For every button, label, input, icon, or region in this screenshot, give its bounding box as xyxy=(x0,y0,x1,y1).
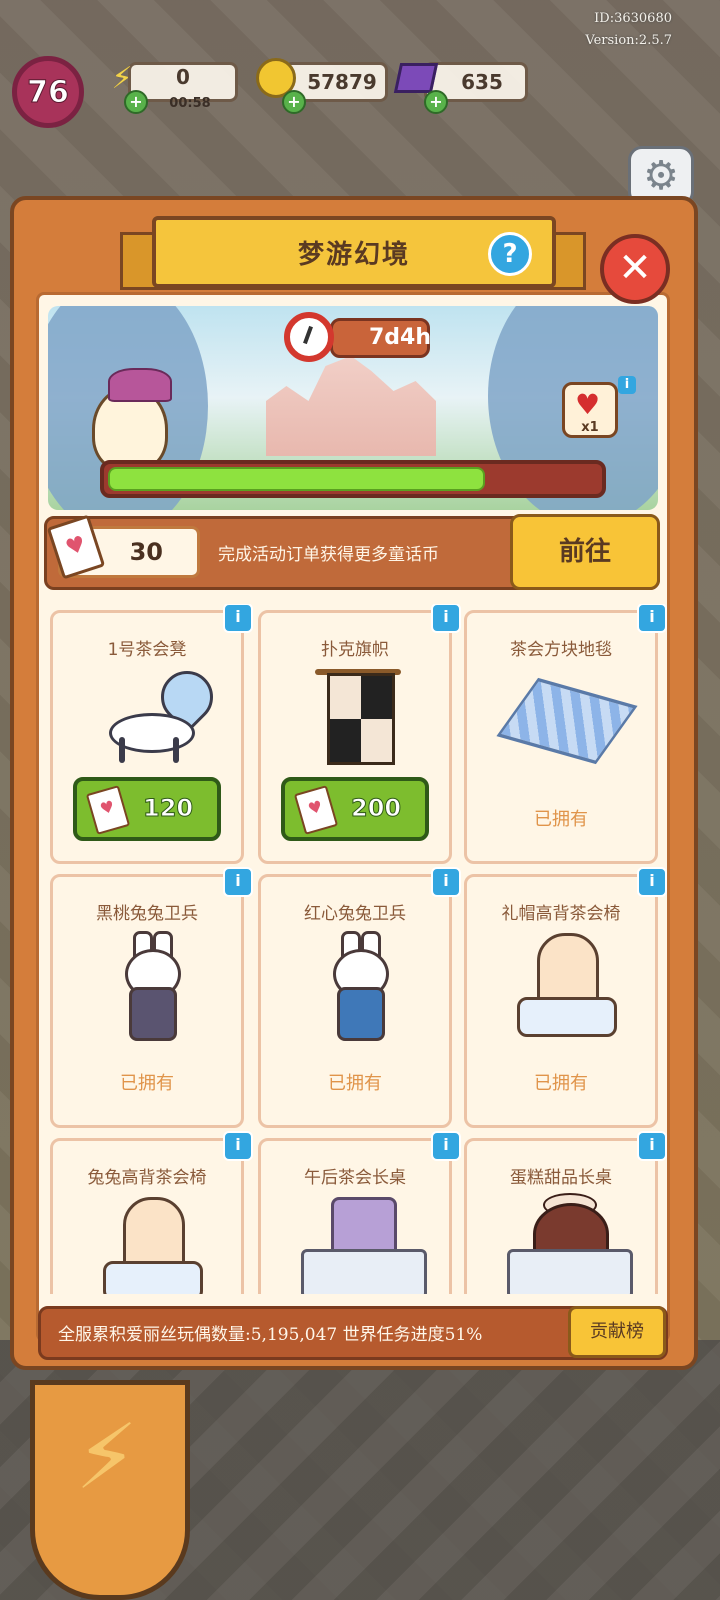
add-coins-button[interactable]: + xyxy=(282,90,306,114)
event-timer: 7d4h xyxy=(330,318,431,358)
info-icon[interactable]: i xyxy=(431,604,461,633)
shop-item-poker-banner[interactable]: 扑克旗帜 i 200 ♥ xyxy=(258,604,461,864)
shop-item-afternoon-tea-table[interactable]: 午后茶会长桌 i xyxy=(258,1131,461,1294)
castle-illustration xyxy=(266,356,436,456)
mascot-hat xyxy=(108,368,172,402)
spade-bunny-art xyxy=(115,931,185,1041)
poker-banner-art xyxy=(327,673,395,765)
info-icon[interactable]: i xyxy=(637,604,667,633)
player-info: ID:3630680 Version:2.5.7 xyxy=(585,8,672,52)
owned-label: 已拥有 xyxy=(328,1073,382,1094)
close-button[interactable]: ✕ xyxy=(600,234,670,304)
item-name: 蛋糕甜品长桌 xyxy=(510,1168,612,1188)
info-icon[interactable]: i xyxy=(637,867,667,897)
shop-item-heart-bunny-guard[interactable]: 红心兔兔卫兵 i 已拥有 xyxy=(258,867,461,1128)
heart-reward-icon: ♥ xyxy=(575,388,601,421)
energy-value: 0 xyxy=(176,65,190,89)
coin-value: 57879 xyxy=(307,70,377,94)
level-value: 76 xyxy=(27,74,70,110)
shop-item-cake-dessert-table[interactable]: 蛋糕甜品长桌 i xyxy=(464,1131,667,1294)
stool-leg-art xyxy=(173,737,179,763)
owned-label: 已拥有 xyxy=(120,1073,174,1094)
player-level-badge[interactable]: 76 xyxy=(12,56,84,128)
clock-icon xyxy=(284,312,334,362)
add-energy-button[interactable]: + xyxy=(124,90,148,114)
item-name: 茶会方块地毯 xyxy=(510,640,612,660)
info-icon[interactable]: i xyxy=(223,1131,253,1161)
add-gems-button[interactable]: + xyxy=(424,90,448,114)
stool-leg-art xyxy=(119,737,125,763)
heart-bunny-art xyxy=(323,931,393,1041)
long-table-art xyxy=(301,1249,427,1294)
gear-icon: ⚙ xyxy=(643,153,679,199)
item-name: 1号茶会凳 xyxy=(107,640,187,660)
item-name: 黑桃兔兔卫兵 xyxy=(96,904,198,924)
event-progress-bar xyxy=(100,460,606,498)
bunny-body xyxy=(129,987,177,1041)
tall-chair-seat-art xyxy=(103,1261,203,1294)
gem-value: 635 xyxy=(461,70,503,94)
item-name: 礼帽高背茶会椅 xyxy=(501,904,621,924)
goto-button[interactable]: 前往 xyxy=(510,514,660,590)
panel-title: 梦游幻境 xyxy=(297,239,410,270)
reward-info-icon[interactable]: i xyxy=(618,376,636,394)
progress-fill xyxy=(108,467,485,491)
info-icon[interactable]: i xyxy=(431,1131,461,1161)
rug-art xyxy=(496,677,638,765)
item-name: 午后茶会长桌 xyxy=(304,1168,406,1188)
long-table-art xyxy=(507,1249,633,1294)
owned-label: 已拥有 xyxy=(534,809,588,830)
bolt-icon: ⚡ xyxy=(75,1405,139,1510)
shop-item-spade-bunny-guard[interactable]: 黑桃兔兔卫兵 i 已拥有 xyxy=(50,867,253,1128)
energy-sign-decoration: ⚡ xyxy=(30,1380,190,1600)
info-icon[interactable]: i xyxy=(223,604,253,633)
info-icon[interactable]: i xyxy=(223,867,253,897)
owned-label: 已拥有 xyxy=(534,1073,588,1094)
info-icon[interactable]: i xyxy=(431,867,461,897)
item-name: 兔兔高背茶会椅 xyxy=(87,1168,207,1188)
item-name: 红心兔兔卫兵 xyxy=(304,904,406,924)
reward-quantity: x1 xyxy=(581,420,599,435)
shop-item-grid: 1号茶会凳 i 120 ♥ 扑克旗帜 i 200 ♥ 茶会方块地毯 i 已拥有 … xyxy=(44,604,668,1294)
contribution-rank-button[interactable]: 贡献榜 xyxy=(568,1306,666,1358)
shop-item-tophat-tall-chair[interactable]: 礼帽高背茶会椅 i 已拥有 xyxy=(464,867,667,1128)
info-icon[interactable]: i xyxy=(637,1131,667,1161)
progress-reward-chest[interactable]: ♥ x1 xyxy=(562,382,618,438)
currency-description: 完成活动订单获得更多童话币 xyxy=(218,545,439,565)
item-name: 扑克旗帜 xyxy=(321,640,389,660)
energy-timer: 00:58 xyxy=(169,96,211,111)
bunny-body xyxy=(337,987,385,1041)
shop-item-tea-stool[interactable]: 1号茶会凳 i 120 ♥ xyxy=(50,604,253,864)
tall-chair-seat-art xyxy=(517,997,617,1037)
help-button[interactable]: ? xyxy=(488,232,532,276)
shop-item-tea-rug[interactable]: 茶会方块地毯 i 已拥有 xyxy=(464,604,667,864)
world-progress-text: 全服累积爱丽丝玩偶数量:5,195,047 世界任务进度51% xyxy=(58,1325,483,1345)
close-icon: ✕ xyxy=(618,245,652,291)
player-id: ID:3630680 xyxy=(594,11,672,26)
shop-item-bunny-tall-chair[interactable]: 兔兔高背茶会椅 i xyxy=(50,1131,253,1294)
version-label: Version:2.5.7 xyxy=(585,33,672,48)
